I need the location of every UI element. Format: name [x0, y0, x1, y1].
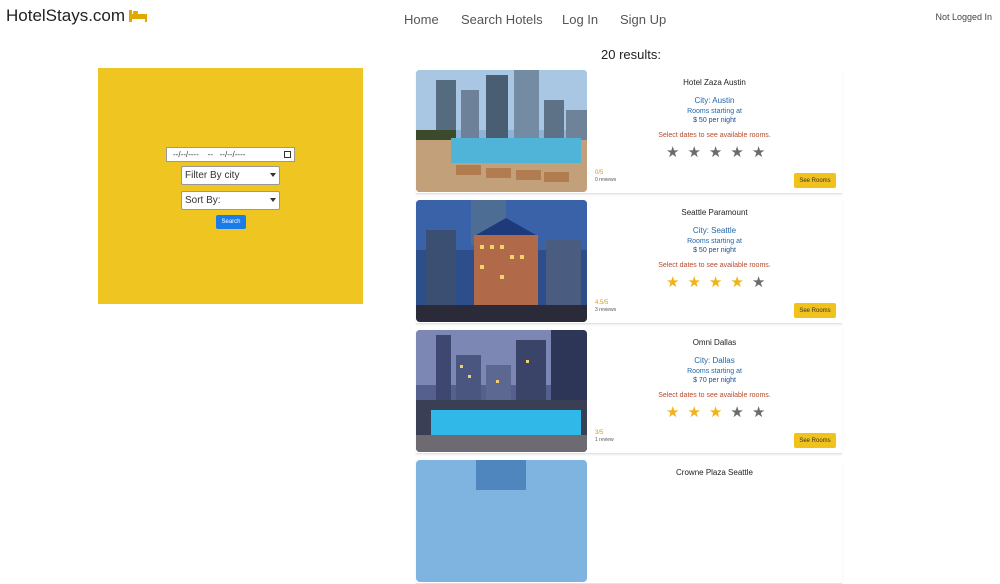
chevron-down-icon	[270, 198, 276, 202]
hotel-price: $ 50 per night	[693, 117, 736, 124]
sort-select[interactable]: Sort By:	[181, 191, 280, 210]
filter-panel: --/--/---- -- --/--/---- Filter By city …	[98, 68, 363, 304]
star-icon: ★	[708, 274, 723, 291]
nav-home-link[interactable]: Home	[404, 12, 439, 27]
hotel-card: Seattle Paramount City: Seattle Rooms st…	[416, 200, 842, 324]
search-button[interactable]: Search	[216, 215, 246, 229]
city-filter-select[interactable]: Filter By city	[181, 166, 280, 185]
rooms-starting-label: Rooms starting at	[687, 368, 742, 375]
rooms-starting-label: Rooms starting at	[687, 108, 742, 115]
see-rooms-button[interactable]: See Rooms	[794, 173, 836, 188]
bed-icon	[129, 10, 148, 22]
login-status: Not Logged In	[935, 12, 992, 22]
hotel-image[interactable]	[416, 200, 587, 322]
star-icon: ★	[687, 144, 701, 161]
hotel-card: Hotel Zaza Austin City: Austin Rooms sta…	[416, 70, 842, 194]
brand-logo[interactable]: HotelStays.com	[6, 6, 148, 26]
review-count: 0 reviews	[595, 177, 617, 183]
hotel-card: Crowne Plaza Seattle	[416, 460, 842, 584]
hotel-card: Omni Dallas City: Dallas Rooms starting …	[416, 330, 842, 454]
see-rooms-button[interactable]: See Rooms	[794, 303, 836, 318]
date-range-text: --/--/---- -- --/--/----	[173, 150, 246, 159]
star-icon: ★	[751, 144, 766, 161]
hotel-image[interactable]	[416, 460, 587, 582]
review-count: 3 reviews	[595, 307, 617, 313]
date-range-input[interactable]: --/--/---- -- --/--/----	[166, 147, 295, 162]
star-icon: ★	[708, 404, 723, 421]
star-icon: ★	[751, 274, 766, 291]
rooms-starting-label: Rooms starting at	[687, 238, 742, 245]
star-rating: ★ ★ ★ ★ ★	[666, 145, 765, 161]
rating-score: 3/5	[595, 430, 604, 436]
hotel-name: Omni Dallas	[692, 338, 737, 347]
sort-select-value: Sort By:	[185, 195, 221, 206]
nav-signup-link[interactable]: Sign Up	[620, 12, 666, 27]
hotel-city: City: Austin	[694, 96, 735, 105]
nav-search-hotels-link[interactable]: Search Hotels	[461, 12, 543, 27]
nav-login-link[interactable]: Log In	[562, 12, 598, 27]
star-rating: ★ ★ ★ ★ ★	[666, 405, 765, 421]
rating-score: 4.5/5	[595, 300, 609, 306]
hotel-image[interactable]	[416, 70, 587, 192]
results-count: 20 results:	[601, 47, 661, 62]
hotel-city: City: Seattle	[692, 226, 737, 235]
star-icon: ★	[730, 274, 744, 291]
star-icon: ★	[751, 404, 766, 421]
hotel-city: City: Dallas	[694, 356, 735, 365]
star-icon: ★	[666, 144, 680, 161]
hotel-price: $ 70 per night	[693, 377, 736, 384]
navbar: HotelStays.com Home Search Hotels Log In…	[0, 0, 1000, 44]
star-icon: ★	[666, 404, 680, 421]
calendar-icon[interactable]	[284, 151, 291, 158]
star-icon: ★	[730, 144, 744, 161]
hotel-name: Crowne Plaza Seattle	[676, 468, 753, 477]
hotel-name: Hotel Zaza Austin	[683, 78, 746, 87]
select-dates-note: Select dates to see available rooms.	[658, 392, 771, 399]
hotel-image[interactable]	[416, 330, 587, 452]
see-rooms-button[interactable]: See Rooms	[794, 433, 836, 448]
star-icon: ★	[730, 404, 744, 421]
city-filter-value: Filter By city	[185, 170, 240, 181]
star-rating: ★ ★ ★ ★ ★	[666, 275, 765, 291]
select-dates-note: Select dates to see available rooms.	[658, 262, 771, 269]
star-icon: ★	[687, 404, 701, 421]
chevron-down-icon	[270, 173, 276, 177]
hotel-name: Seattle Paramount	[681, 208, 748, 217]
rating-score: 0/5	[595, 170, 604, 176]
hotel-price: $ 50 per night	[693, 247, 736, 254]
brand-name[interactable]: HotelStays.com	[6, 6, 125, 26]
select-dates-note: Select dates to see available rooms.	[658, 132, 771, 139]
star-icon: ★	[708, 144, 723, 161]
star-icon: ★	[687, 274, 701, 291]
star-icon: ★	[666, 274, 680, 291]
review-count: 1 review	[595, 437, 614, 443]
